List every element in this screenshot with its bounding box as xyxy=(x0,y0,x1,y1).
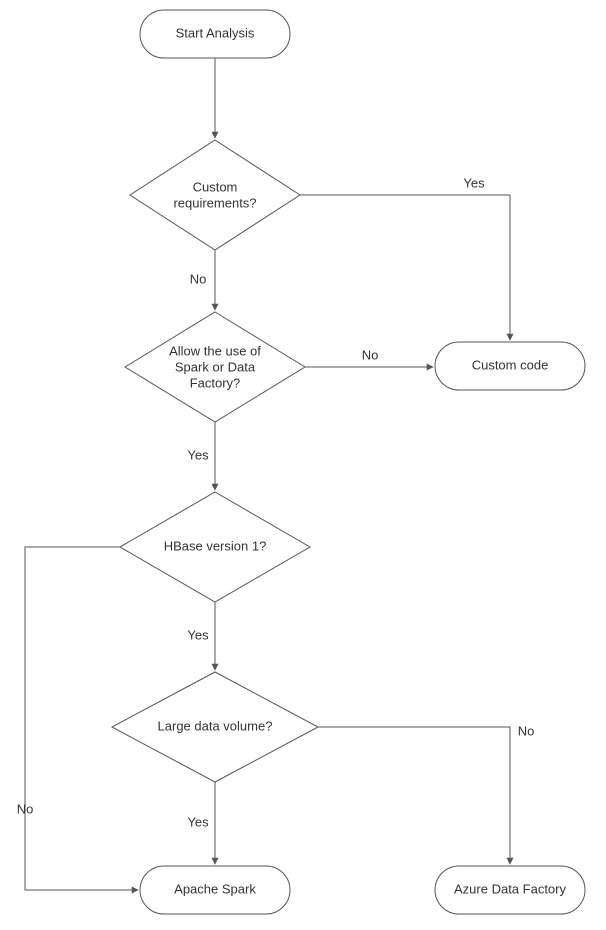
node-d4: Large data volume? xyxy=(112,672,318,782)
edge-d4-spark-label: Yes xyxy=(187,814,209,829)
node-custom: Custom code xyxy=(435,342,585,390)
edge-d3-spark xyxy=(25,547,138,890)
edge-d2-custom-label: No xyxy=(362,347,379,362)
node-adf: Azure Data Factory xyxy=(435,866,585,914)
node-d1: Custom requirements? xyxy=(130,140,300,250)
flowchart: Start Analysis Custom requirements? Yes … xyxy=(0,0,606,930)
node-spark: Apache Spark xyxy=(140,866,290,914)
node-spark-label: Apache Spark xyxy=(174,881,256,896)
node-d1-line2: requirements? xyxy=(173,195,256,210)
edge-d1-d2-label: No xyxy=(190,271,207,286)
node-custom-label: Custom code xyxy=(472,357,549,372)
edge-d4-adf-label: No xyxy=(518,723,535,738)
node-d3-label: HBase version 1? xyxy=(164,538,267,553)
node-d1-line1: Custom xyxy=(193,179,238,194)
edge-d4-adf xyxy=(318,727,510,864)
node-d2-line2: Spark or Data xyxy=(175,359,256,374)
node-d2: Allow the use of Spark or Data Factory? xyxy=(125,312,305,422)
edge-d3-d4-label: Yes xyxy=(187,627,209,642)
node-adf-label: Azure Data Factory xyxy=(454,881,566,896)
node-start-label: Start Analysis xyxy=(176,25,255,40)
node-d2-line1: Allow the use of xyxy=(169,343,261,358)
edge-d1-custom xyxy=(300,195,510,340)
edge-d1-custom-label: Yes xyxy=(463,175,485,190)
edge-d2-d3-label: Yes xyxy=(187,447,209,462)
node-d4-label: Large data volume? xyxy=(158,718,273,733)
node-start: Start Analysis xyxy=(140,10,290,58)
node-d2-line3: Factory? xyxy=(190,375,241,390)
edge-d3-spark-label: No xyxy=(17,801,34,816)
node-d3: HBase version 1? xyxy=(120,492,310,602)
